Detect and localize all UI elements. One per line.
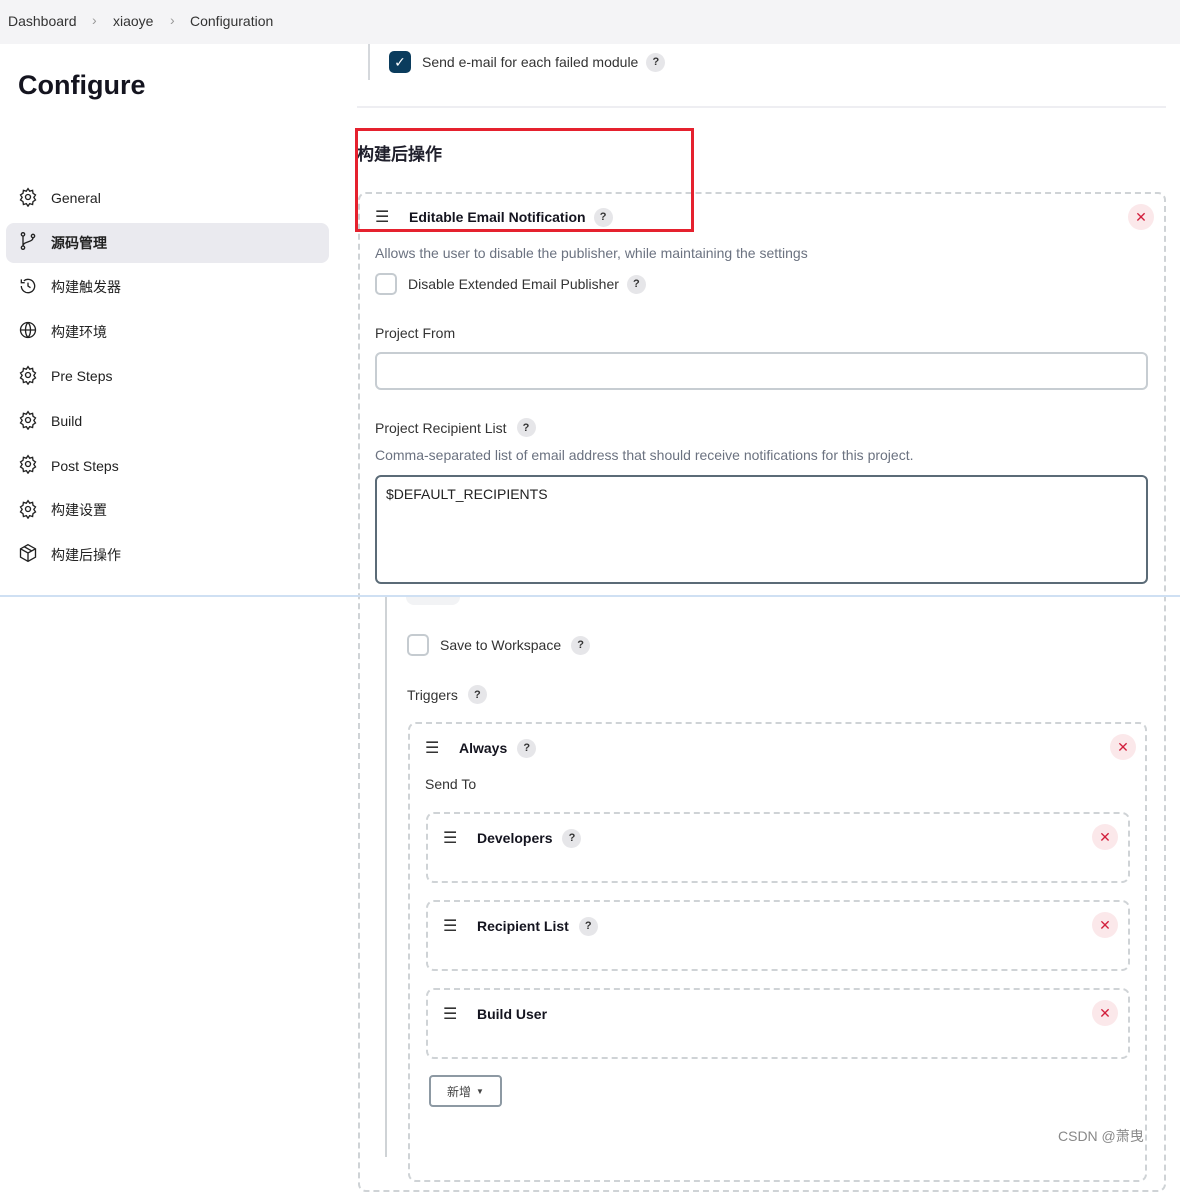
delete-recipient-button[interactable]: ✕ xyxy=(1092,1000,1118,1026)
add-button-label: 新增 xyxy=(447,1084,472,1099)
recipient-type-title: Developers xyxy=(477,830,553,846)
recipient-type-title: Build User xyxy=(477,1006,548,1022)
recipient-list-textarea[interactable]: $DEFAULT_RECIPIENTS xyxy=(375,475,1148,584)
help-icon[interactable]: ? xyxy=(467,685,487,704)
send-to-label: Send To xyxy=(425,776,477,792)
drag-handle-icon[interactable]: ☰ xyxy=(443,828,459,848)
sidebar-item-label: Post Steps xyxy=(51,457,119,474)
help-icon[interactable]: ? xyxy=(562,828,582,848)
sidebar-item-label: 构建环境 xyxy=(51,323,107,340)
sidebar-item-6[interactable]: Post Steps xyxy=(6,446,329,486)
sidebar-item-label: 构建触发器 xyxy=(51,279,121,296)
sidebar-item-7[interactable]: 构建设置 xyxy=(6,490,329,530)
help-icon[interactable]: ? xyxy=(626,274,646,294)
chevron-right-icon: › xyxy=(92,12,97,28)
button-remnant xyxy=(406,597,460,605)
add-recipient-button[interactable]: 新增 ▼ xyxy=(429,1075,502,1107)
delete-recipient-button[interactable]: ✕ xyxy=(1092,912,1118,938)
breadcrumb-configuration[interactable]: Configuration xyxy=(190,13,273,29)
sidebar-item-2[interactable]: 构建触发器 xyxy=(6,267,329,307)
trigger-title: Always xyxy=(459,740,508,756)
gear-icon xyxy=(18,186,51,210)
save-workspace-label: Save to Workspace xyxy=(440,637,562,653)
save-workspace-checkbox[interactable] xyxy=(407,634,429,656)
send-each-failed-checkbox[interactable]: ✓ xyxy=(389,51,411,73)
indent-line xyxy=(368,44,370,80)
screenshot-seam xyxy=(0,595,1180,597)
sidebar-item-1[interactable]: 源码管理 xyxy=(6,222,329,263)
sidebar-item-4[interactable]: Pre Steps xyxy=(6,356,329,396)
sidebar-item-5[interactable]: Build xyxy=(6,401,329,441)
page-title: Configure xyxy=(18,70,146,100)
chevron-right-icon: › xyxy=(170,12,175,28)
breadcrumb-dashboard[interactable]: Dashboard xyxy=(8,13,77,29)
project-from-input[interactable] xyxy=(375,352,1148,390)
breadcrumb-project[interactable]: xiaoye xyxy=(113,13,153,29)
disable-publisher-label: Disable Extended Email Publisher xyxy=(408,276,619,292)
gear-icon xyxy=(18,365,51,388)
publisher-description: Allows the user to disable the publisher… xyxy=(375,245,808,261)
recipient-type-title: Recipient List xyxy=(477,918,569,934)
delete-publisher-button[interactable]: ✕ xyxy=(1128,204,1154,230)
help-icon[interactable]: ? xyxy=(646,52,666,72)
watermark: CSDN @萧曳 xyxy=(1058,1128,1144,1144)
breadcrumb-bar xyxy=(0,0,1180,44)
help-icon[interactable]: ? xyxy=(517,738,537,758)
send-each-failed-label: Send e-mail for each failed module xyxy=(422,54,639,70)
clock-icon xyxy=(18,276,51,299)
help-icon[interactable]: ? xyxy=(571,635,591,655)
sidebar-item-label: 构建后操作 xyxy=(51,546,121,563)
drag-handle-icon[interactable]: ☰ xyxy=(443,916,459,936)
branch-icon xyxy=(18,231,51,254)
sidebar-item-label: 源码管理 xyxy=(51,234,107,251)
sidebar-item-0[interactable]: General xyxy=(6,178,329,218)
caret-down-icon: ▼ xyxy=(476,1086,484,1096)
globe-icon xyxy=(18,320,51,343)
sidebar-item-label: 构建设置 xyxy=(51,502,107,519)
drag-handle-icon[interactable]: ☰ xyxy=(425,738,441,758)
delete-recipient-button[interactable]: ✕ xyxy=(1092,824,1118,850)
recipient-list-description: Comma-separated list of email address th… xyxy=(375,447,914,463)
help-icon[interactable]: ? xyxy=(578,916,598,936)
sidebar-item-label: General xyxy=(51,190,101,206)
sidebar-item-3[interactable]: 构建环境 xyxy=(6,312,329,352)
recipient-list-label: Project Recipient List xyxy=(375,419,507,436)
highlight-box xyxy=(355,128,694,232)
project-from-label: Project From xyxy=(375,325,456,341)
gear-icon xyxy=(18,409,51,433)
triggers-label: Triggers xyxy=(407,686,458,703)
divider xyxy=(357,106,1166,108)
indent-line xyxy=(385,597,387,1157)
gear-icon xyxy=(18,499,51,522)
sidebar-item-label: Pre Steps xyxy=(51,368,113,385)
drag-handle-icon[interactable]: ☰ xyxy=(443,1004,459,1024)
package-icon xyxy=(18,543,51,566)
sidebar-item-label: Build xyxy=(51,413,83,429)
delete-trigger-button[interactable]: ✕ xyxy=(1110,734,1136,760)
disable-publisher-checkbox[interactable] xyxy=(375,273,397,295)
gear-icon xyxy=(18,454,51,477)
help-icon[interactable]: ? xyxy=(516,418,536,437)
sidebar-item-8[interactable]: 构建后操作 xyxy=(6,535,329,575)
